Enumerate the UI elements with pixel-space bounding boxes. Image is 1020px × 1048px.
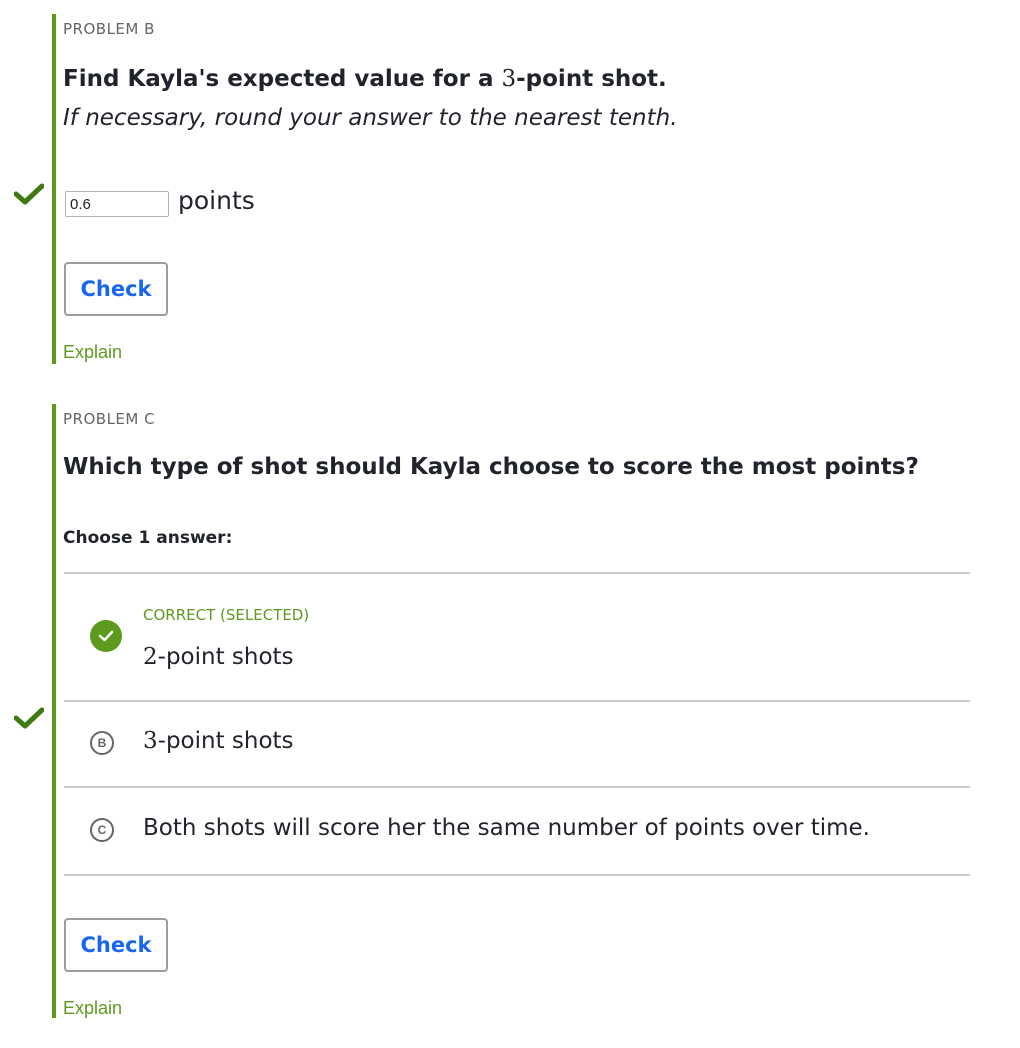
check-circle-icon	[90, 620, 122, 652]
choice-b-letter-icon: B	[90, 731, 114, 755]
choice-c-same-points[interactable]: C Both shots will score her the same num…	[64, 788, 970, 874]
choice-a-status: CORRECT (SELECTED)	[143, 606, 310, 624]
problem-c-check-button[interactable]: Check	[64, 918, 168, 972]
problem-b-check-button[interactable]: Check	[64, 262, 168, 316]
choice-b-text: 3-point shots	[143, 728, 294, 754]
choice-c-text: Both shots will score her the same numbe…	[143, 815, 870, 841]
problem-b-question-prefix: Find Kayla's expected value for a	[63, 66, 502, 92]
choice-divider	[64, 874, 970, 876]
problem-c-question: Which type of shot should Kayla choose t…	[63, 454, 919, 480]
choice-b-label: -point shots	[157, 728, 294, 754]
problem-b-question-suffix: -point shot.	[516, 66, 667, 92]
problem-b-section: PROBLEM B Find Kayla's expected value fo…	[52, 14, 976, 364]
choice-a-2-point-shots[interactable]: CORRECT (SELECTED) 2-point shots	[64, 574, 970, 700]
choice-c-letter-icon: C	[90, 818, 114, 842]
problem-b-explain-link[interactable]: Explain	[63, 342, 122, 363]
choice-b-3-point-shots[interactable]: B 3-point shots	[64, 702, 970, 786]
problem-b-hint: If necessary, round your answer to the n…	[63, 105, 678, 131]
problem-c-correct-checkmark-icon	[14, 707, 44, 729]
choice-a-label: -point shots	[157, 644, 294, 670]
problem-b-correct-checkmark-icon	[14, 183, 44, 205]
problem-b-question: Find Kayla's expected value for a 3-poin…	[63, 66, 667, 92]
problem-b-question-math: 3	[501, 66, 517, 92]
choice-a-text: 2-point shots	[143, 644, 294, 670]
problem-b-label: PROBLEM B	[63, 20, 155, 38]
problem-c-explain-link[interactable]: Explain	[63, 998, 122, 1019]
problem-b-answer-input[interactable]	[65, 191, 169, 217]
problem-c-label: PROBLEM C	[63, 410, 156, 428]
choice-a-math: 2	[143, 644, 158, 670]
problem-c-section: PROBLEM C Which type of shot should Kayl…	[52, 404, 976, 1018]
choose-answer-label: Choose 1 answer:	[63, 528, 233, 548]
problem-b-unit-label: points	[178, 186, 255, 215]
choice-b-math: 3	[143, 728, 158, 754]
